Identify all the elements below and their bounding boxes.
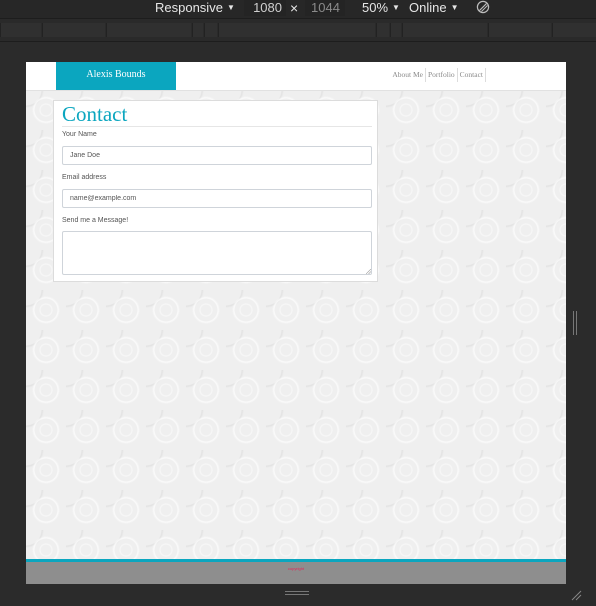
copyright-text: copyright	[287, 566, 305, 571]
message-field[interactable]	[62, 231, 372, 275]
caret-down-icon: ▼	[450, 3, 459, 12]
message-label: Send me a Message!	[62, 217, 129, 224]
zoom-label: 50%	[362, 0, 389, 15]
rotate-icon[interactable]	[476, 0, 490, 14]
email-label: Email address	[62, 174, 107, 181]
zoom-select[interactable]: 50% ▼	[362, 0, 400, 16]
resize-grip-icon[interactable]	[366, 269, 371, 274]
resize-handle-bottom[interactable]	[285, 591, 309, 597]
ruler-segment[interactable]	[552, 23, 596, 37]
media-query-ruler	[0, 18, 596, 42]
page-viewport: Alexis Bounds About Me Portfolio Contact…	[26, 62, 566, 584]
width-input[interactable]: 1080	[244, 0, 286, 16]
dimension-separator: ×	[290, 0, 299, 16]
ruler-segment[interactable]	[402, 23, 487, 37]
ruler-segment[interactable]	[192, 23, 203, 37]
email-field[interactable]	[62, 189, 372, 208]
site-nav: About Me Portfolio Contact	[390, 68, 486, 82]
contact-card: Contact Your Name Email address Send me …	[53, 100, 378, 282]
network-label: Online	[409, 0, 447, 15]
devtools-toolbar: Responsive ▼ 1080 × 1044 50% ▼ Online ▼	[0, 0, 596, 18]
ruler-segment[interactable]	[42, 23, 105, 37]
resize-handle-right[interactable]	[573, 311, 579, 335]
caret-down-icon: ▼	[392, 3, 400, 12]
device-label: Responsive	[155, 0, 223, 15]
ruler-segment[interactable]	[218, 23, 375, 37]
caret-down-icon: ▼	[226, 3, 235, 12]
name-field[interactable]	[62, 146, 372, 165]
name-label: Your Name	[62, 131, 97, 138]
network-select[interactable]: Online ▼	[409, 0, 459, 16]
site-footer: copyright	[26, 562, 566, 584]
ruler-segment[interactable]	[0, 23, 41, 37]
ruler-segment[interactable]	[390, 23, 401, 37]
site-header: Alexis Bounds About Me Portfolio Contact	[26, 62, 566, 91]
ruler-segment[interactable]	[376, 23, 389, 37]
device-select[interactable]: Responsive ▼	[155, 0, 235, 16]
nav-about-me[interactable]: About Me	[390, 68, 425, 82]
title-divider	[62, 126, 372, 127]
ruler-segment[interactable]	[204, 23, 217, 37]
nav-contact[interactable]: Contact	[456, 68, 486, 82]
ruler-segment[interactable]	[106, 23, 191, 37]
ruler-segment[interactable]	[488, 23, 551, 37]
brand-logo[interactable]: Alexis Bounds	[56, 62, 176, 90]
height-input[interactable]: 1044	[305, 0, 345, 16]
resize-corner-icon[interactable]	[570, 588, 582, 601]
nav-portfolio[interactable]: Portfolio	[425, 68, 457, 82]
page-title: Contact	[62, 102, 128, 126]
